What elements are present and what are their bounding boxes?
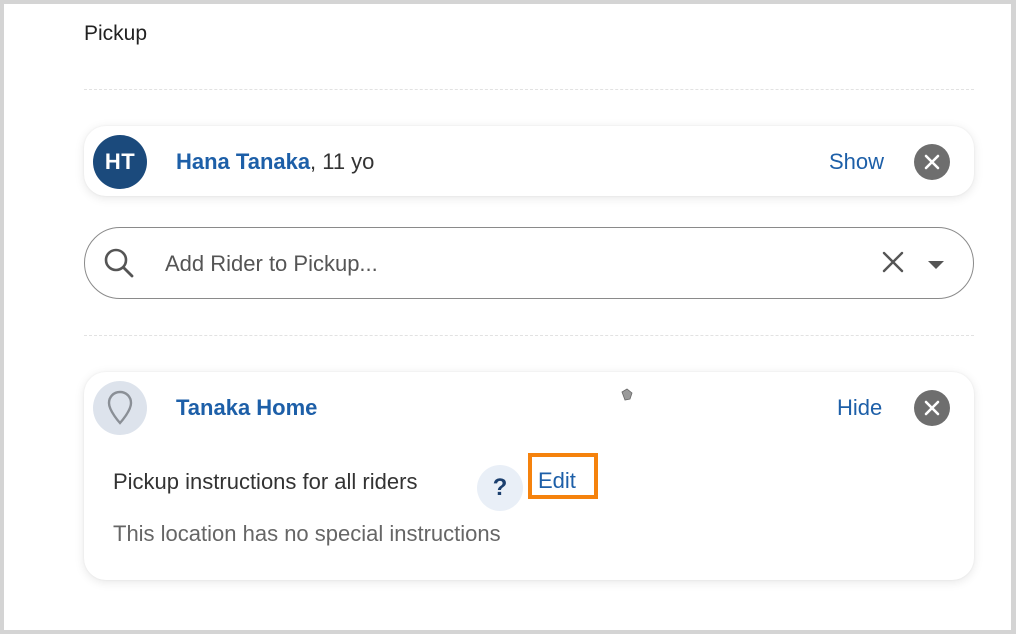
pickup-panel: Pickup HT Hana Tanaka , 11 yo Show Add R… xyxy=(0,0,1016,634)
location-card: Tanaka Home Hide Pickup instructions for… xyxy=(84,372,974,580)
section-title: Pickup xyxy=(84,22,148,45)
remove-location-button[interactable] xyxy=(914,390,950,426)
avatar: HT xyxy=(93,135,147,189)
remove-rider-button[interactable] xyxy=(914,144,950,180)
rider-card: HT Hana Tanaka , 11 yo Show xyxy=(84,126,974,196)
hide-button[interactable]: Hide xyxy=(837,395,882,421)
search-icon xyxy=(103,247,135,284)
location-name-link[interactable]: Tanaka Home xyxy=(176,395,317,421)
rider-age: , 11 yo xyxy=(310,149,375,174)
rider-name-link[interactable]: Hana Tanaka xyxy=(176,149,310,175)
divider xyxy=(84,89,974,90)
search-input[interactable] xyxy=(163,246,827,282)
close-icon xyxy=(924,154,940,170)
close-icon xyxy=(924,400,940,416)
show-button[interactable]: Show xyxy=(829,149,884,175)
clear-search-icon[interactable] xyxy=(881,250,905,279)
edit-instructions-link[interactable]: Edit xyxy=(538,468,576,494)
pickup-instructions-label: Pickup instructions for all riders xyxy=(113,469,418,494)
divider xyxy=(84,335,974,336)
chevron-down-icon[interactable] xyxy=(927,257,945,275)
mouse-cursor-icon xyxy=(621,388,633,407)
add-rider-search[interactable] xyxy=(84,227,974,299)
no-instructions-text: This location has no special instruction… xyxy=(113,521,501,546)
map-pin-icon xyxy=(93,381,147,435)
help-icon[interactable]: ? xyxy=(477,465,523,511)
